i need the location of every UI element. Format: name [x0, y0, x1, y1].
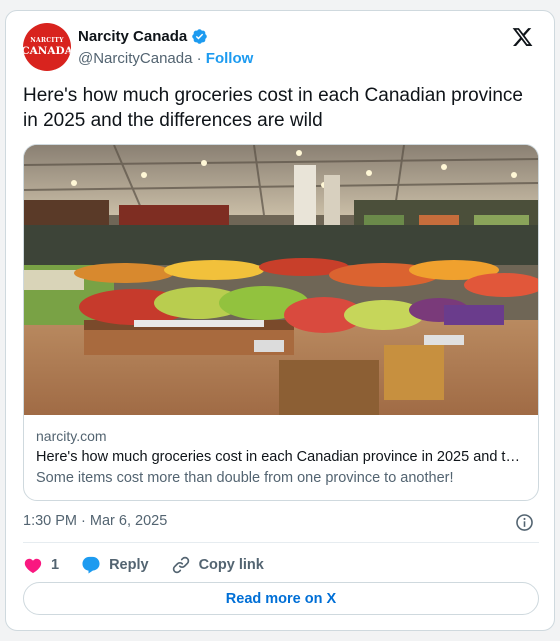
info-icon[interactable]	[515, 513, 534, 532]
link-preview-card[interactable]: narcity.com Here's how much groceries co…	[23, 144, 539, 501]
avatar[interactable]: NARCITY CANADA	[23, 23, 71, 71]
tweet-embed-card: NARCITY CANADA Narcity Canada @NarcityCa…	[5, 10, 555, 631]
reply-button[interactable]: Reply	[81, 555, 149, 575]
avatar-text-top: NARCITY	[30, 36, 64, 44]
x-logo-icon[interactable]	[511, 26, 534, 48]
link-domain: narcity.com	[36, 428, 107, 444]
handle-line: @NarcityCanada · Follow	[78, 50, 253, 67]
author-name[interactable]: Narcity Canada	[78, 28, 187, 45]
link-description: Some items cost more than double from on…	[36, 470, 454, 486]
read-more-button[interactable]: Read more on X	[23, 582, 539, 615]
reply-label: Reply	[109, 557, 149, 573]
like-button[interactable]: 1	[23, 555, 59, 575]
tweet-text: Here's how much groceries cost in each C…	[23, 85, 523, 131]
actions-bar: 1 Reply Copy link	[23, 553, 286, 577]
copy-link-label: Copy link	[198, 557, 264, 573]
reply-bubble-icon	[82, 556, 100, 574]
divider	[23, 542, 539, 543]
separator: ·	[196, 50, 202, 67]
avatar-text-bottom: CANADA	[23, 44, 71, 57]
tweet-timestamp[interactable]: 1:30 PM · Mar 6, 2025	[23, 513, 167, 529]
link-icon	[172, 556, 189, 574]
article-image	[24, 145, 538, 415]
author-handle[interactable]: @NarcityCanada	[78, 50, 192, 67]
like-count: 1	[51, 557, 60, 573]
link-card-meta: narcity.com Here's how much groceries co…	[36, 428, 528, 486]
heart-icon	[24, 558, 42, 574]
author-name-row[interactable]: Narcity Canada	[78, 28, 208, 45]
link-headline: Here's how much groceries cost in each C…	[36, 449, 528, 465]
copy-link-button[interactable]: Copy link	[171, 555, 264, 575]
follow-button[interactable]: Follow	[206, 50, 254, 67]
verified-badge-icon	[192, 29, 207, 44]
